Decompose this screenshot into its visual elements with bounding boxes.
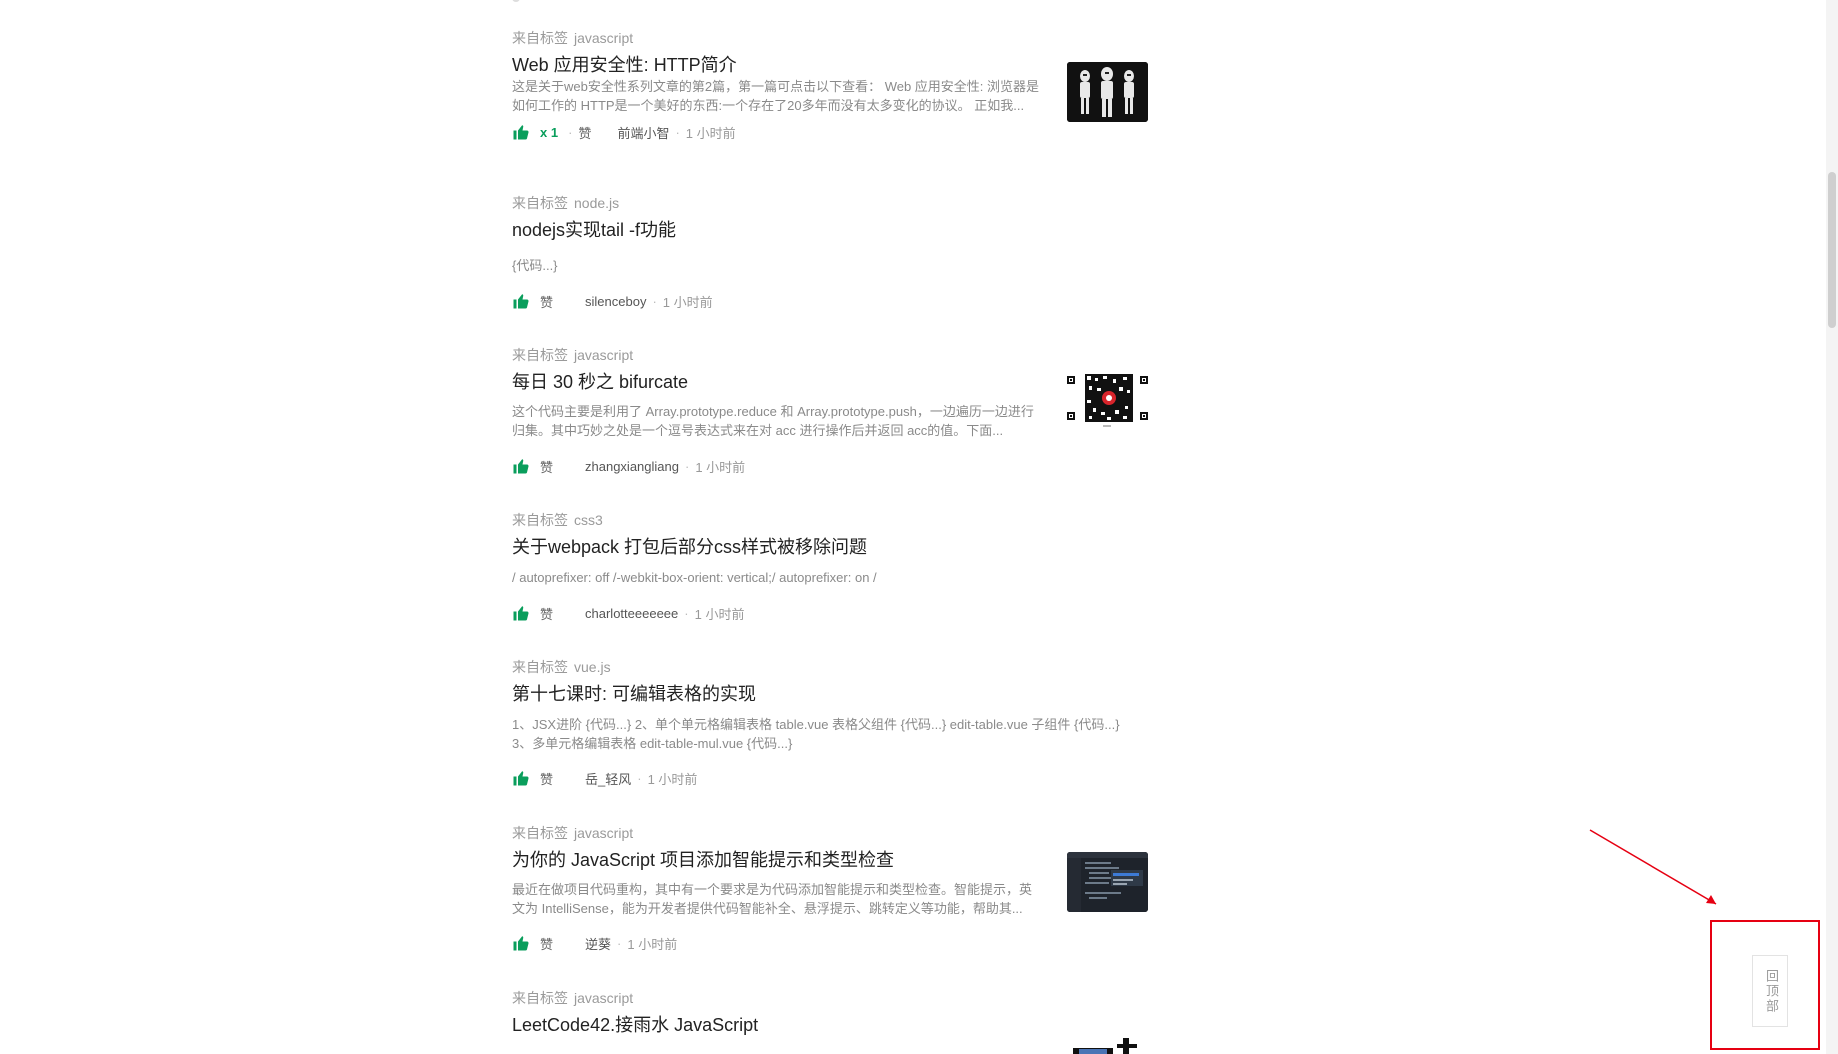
like-button-label[interactable]: 赞 <box>540 934 553 953</box>
thumbs-up-icon[interactable] <box>512 769 530 787</box>
code-editor-illustration <box>1067 852 1148 912</box>
chart-illustration <box>1073 1038 1137 1054</box>
article-title[interactable]: 每日 30 秒之 bifurcate <box>512 368 688 394</box>
author-name[interactable]: 前端小智 <box>617 123 669 142</box>
author-name[interactable]: 逆葵 <box>585 934 611 953</box>
article-title[interactable]: 关于webpack 打包后部分css样式被移除问题 <box>512 533 867 559</box>
publish-time: 1 小时前 <box>695 459 746 475</box>
publish-time: 1 小时前 <box>627 936 678 952</box>
annotation-arrow <box>1589 829 1717 905</box>
article-excerpt: 最近在做项目代码重构，其中有一个要求是为代码添加智能提示和类型检查。智能提示，英… <box>512 882 1033 916</box>
article-meta: x 1 · 赞 前端小智 · 1 小时前 <box>512 121 736 143</box>
tag-prefix: 来自标签 <box>512 990 568 1006</box>
separator-dot: · <box>637 770 642 786</box>
article-title[interactable]: 为你的 JavaScript 项目添加智能提示和类型检查 <box>512 846 894 872</box>
author-name[interactable]: silenceboy <box>585 294 646 309</box>
thumbs-up-icon[interactable] <box>512 604 530 622</box>
qr-code-illustration <box>1067 372 1148 432</box>
like-count: x 1 <box>540 124 559 140</box>
like-button-label[interactable]: 赞 <box>540 292 553 311</box>
page-viewport: 来自标签 javascript Web 应用安全性: HTTP简介 这是关于web… <box>0 0 1838 1054</box>
separator-dot: · <box>568 124 573 140</box>
like-button-label[interactable]: 赞 <box>540 604 553 623</box>
article-tag[interactable]: 来自标签 vue.js <box>512 657 611 677</box>
article-tag[interactable]: 来自标签 css3 <box>512 510 603 530</box>
author-name[interactable]: zhangxiangliang <box>585 459 679 474</box>
thumbs-up-icon[interactable] <box>512 292 530 310</box>
article-excerpt: {代码...} <box>512 258 558 273</box>
separator-dot: · <box>652 293 657 309</box>
tag-prefix: 来自标签 <box>512 825 568 841</box>
qr-code-image[interactable] <box>1067 372 1148 432</box>
thumbs-up-icon[interactable] <box>512 934 530 952</box>
scrollbar-thumb[interactable] <box>1828 172 1836 328</box>
article-excerpt: 这是关于web安全性系列文章的第2篇，第一篇可点击以下查看： Web 应用安全性… <box>512 79 1040 113</box>
article-excerpt: 1、JSX进阶 {代码...} 2、单个单元格编辑表格 table.vue 表格… <box>512 717 1120 751</box>
tag-name[interactable]: vue.js <box>574 659 611 675</box>
article-excerpt: / autoprefixer: off /-webkit-box-orient:… <box>512 570 877 585</box>
article-excerpt: 这个代码主要是利用了 Array.prototype.reduce 和 Arra… <box>512 404 1034 438</box>
article-meta: 赞 zhangxiangliang · 1 小时前 <box>512 455 745 477</box>
tag-prefix: 来自标签 <box>512 347 568 363</box>
thumbs-up-icon[interactable] <box>512 457 530 475</box>
separator-dot: · <box>684 458 690 474</box>
tag-name[interactable]: javascript <box>574 347 633 363</box>
article-meta: 赞 逆葵 · 1 小时前 <box>512 932 677 954</box>
stormtroopers-image[interactable] <box>1067 62 1148 122</box>
back-to-top-button[interactable]: 回顶部 <box>1752 955 1788 1027</box>
separator-dot: · <box>617 935 622 951</box>
publish-time: 1 小时前 <box>647 771 698 787</box>
like-button-label[interactable]: 赞 <box>540 769 553 788</box>
publish-time: 1 小时前 <box>662 294 713 310</box>
article-tag[interactable]: 来自标签 javascript <box>512 988 633 1008</box>
article-title[interactable]: nodejs实现tail -f功能 <box>512 216 676 242</box>
article-title[interactable]: LeetCode42.接雨水 JavaScript <box>512 1011 758 1037</box>
tag-name[interactable]: css3 <box>574 512 603 528</box>
like-button-label[interactable]: 赞 <box>540 457 553 476</box>
tag-name[interactable]: javascript <box>574 825 633 841</box>
code-editor-image[interactable] <box>1067 852 1148 912</box>
tag-prefix: 来自标签 <box>512 30 568 46</box>
like-button-label[interactable]: 赞 <box>578 123 591 142</box>
chart-image[interactable] <box>1067 1036 1148 1054</box>
article-tag[interactable]: 来自标签 javascript <box>512 345 633 365</box>
article-meta: 赞 岳_轻风 · 1 小时前 <box>512 767 697 789</box>
tag-prefix: 来自标签 <box>512 195 568 211</box>
article-tag[interactable]: 来自标签 javascript <box>512 28 633 48</box>
publish-time: 1 小时前 <box>694 606 745 622</box>
separator-dot: · <box>675 124 680 140</box>
tag-name[interactable]: javascript <box>574 30 633 46</box>
author-name[interactable]: 岳_轻风 <box>585 769 631 788</box>
author-name[interactable]: charlotteeeeeee <box>585 606 678 621</box>
publish-time: 1 小时前 <box>685 125 736 141</box>
tag-name[interactable]: node.js <box>574 195 619 211</box>
article-tag[interactable]: 来自标签 javascript <box>512 823 633 843</box>
tag-prefix: 来自标签 <box>512 512 568 528</box>
separator-dot: · <box>684 605 689 621</box>
page-scrollbar[interactable] <box>1826 0 1838 1054</box>
article-title[interactable]: 第十七课时: 可编辑表格的实现 <box>512 680 756 706</box>
previous-item-edge <box>512 0 520 2</box>
tag-prefix: 来自标签 <box>512 659 568 675</box>
thumbs-up-icon[interactable] <box>512 123 530 141</box>
stormtroopers-illustration <box>1067 62 1148 122</box>
article-title[interactable]: Web 应用安全性: HTTP简介 <box>512 51 737 77</box>
tag-name[interactable]: javascript <box>574 990 633 1006</box>
article-meta: 赞 silenceboy · 1 小时前 <box>512 290 713 312</box>
article-meta: 赞 charlotteeeeeee · 1 小时前 <box>512 602 744 624</box>
article-tag[interactable]: 来自标签 node.js <box>512 193 619 213</box>
